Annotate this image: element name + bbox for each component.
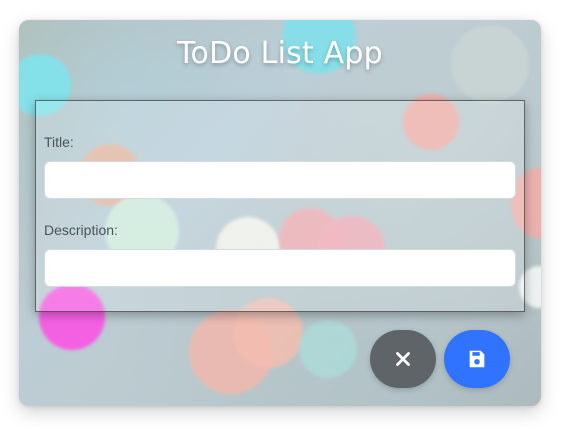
- page-title: ToDo List App: [177, 36, 383, 71]
- close-icon: [396, 352, 410, 366]
- title-field-label: Title:: [44, 134, 74, 150]
- page-root: ToDo List App Title: Description:: [0, 0, 562, 427]
- save-button[interactable]: [444, 330, 510, 388]
- todo-form-panel: Title: Description:: [35, 100, 525, 312]
- title-input[interactable]: [44, 161, 516, 199]
- cancel-button[interactable]: [370, 330, 436, 388]
- description-field-label: Description:: [44, 222, 118, 238]
- todo-app-card: ToDo List App Title: Description:: [19, 20, 541, 406]
- save-icon: [469, 350, 485, 368]
- description-input[interactable]: [44, 249, 516, 287]
